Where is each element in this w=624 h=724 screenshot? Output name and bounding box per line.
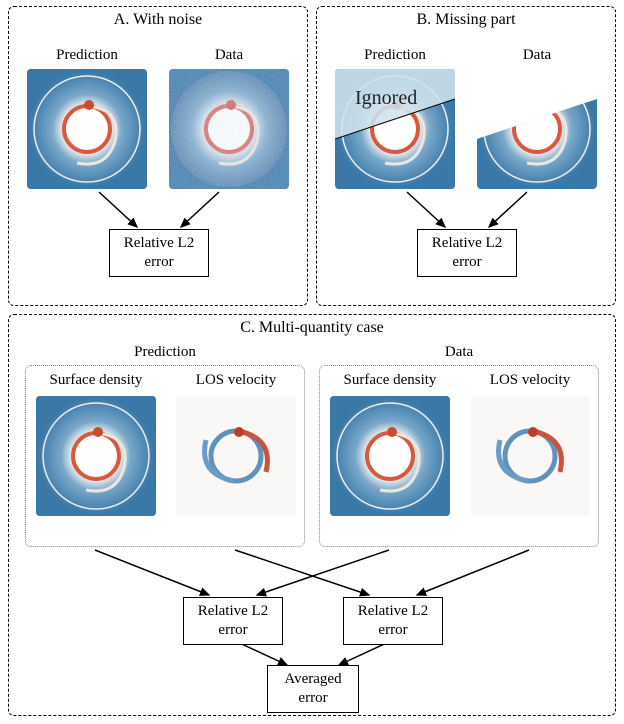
panel-c-data-los-image — [470, 396, 590, 516]
panel-c-title: C. Multi-quantity case — [9, 319, 615, 337]
panel-c-data-group-label: Data — [320, 344, 598, 361]
panel-b-error-box: Relative L2 error — [417, 229, 517, 277]
panel-b-prediction-label: Prediction — [335, 47, 455, 64]
panel-c-pred-sd-label: Surface density — [36, 372, 156, 389]
panel-c-error-right: Relative L2 error — [343, 597, 443, 645]
panel-b-data-image — [477, 69, 597, 189]
panel-a-data-label: Data — [169, 47, 289, 64]
ignored-label: Ignored — [355, 87, 417, 110]
panel-c-pred-sd-image — [36, 396, 156, 516]
panel-a: A. With noise Prediction Data — [8, 6, 308, 306]
panel-a-data-image — [169, 69, 289, 189]
panel-c-data-group: Data Surface density LOS velocity — [319, 365, 599, 547]
panel-c-prediction-group-label: Prediction — [26, 344, 304, 361]
panel-c: C. Multi-quantity case Prediction Surfac… — [8, 314, 616, 716]
panel-b-title: B. Missing part — [317, 11, 615, 29]
panel-a-error-box: Relative L2 error — [109, 229, 209, 277]
panel-c-pred-los-label: LOS velocity — [176, 372, 296, 389]
panel-c-prediction-group: Prediction Surface density LOS velocity — [25, 365, 305, 547]
panel-c-data-sd-image — [330, 396, 450, 516]
panel-c-data-los-label: LOS velocity — [470, 372, 590, 389]
panel-b-data-label: Data — [477, 47, 597, 64]
panel-c-averaged-box: Averaged error — [267, 665, 359, 713]
panel-a-title: A. With noise — [9, 11, 307, 29]
panel-c-error-left: Relative L2 error — [183, 597, 283, 645]
panel-b: B. Missing part Prediction Data — [316, 6, 616, 306]
panel-a-prediction-label: Prediction — [27, 47, 147, 64]
panel-c-pred-los-image — [176, 396, 296, 516]
panel-c-data-sd-label: Surface density — [330, 372, 450, 389]
panel-a-prediction-image — [27, 69, 147, 189]
